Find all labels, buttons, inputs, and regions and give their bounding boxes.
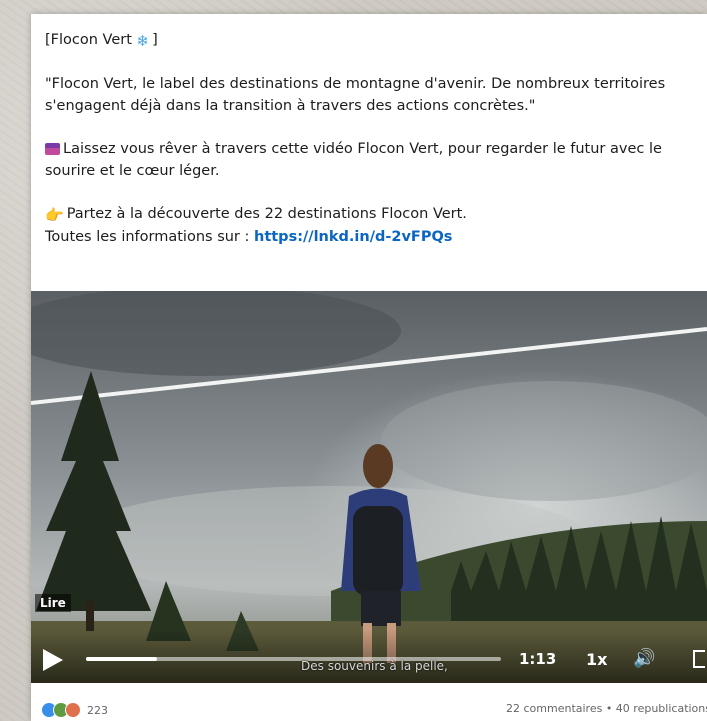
play-label: Lire: [35, 594, 71, 612]
info-link[interactable]: https://lnkd.in/d-2vFPQs: [254, 229, 452, 245]
video-controls: Des souvenirs à la pelle, 1:13 1x 🔊: [31, 629, 707, 683]
playback-speed-button[interactable]: 1x: [586, 650, 607, 669]
post-video-line: Laissez vous rêver à travers cette vidéo…: [45, 141, 662, 179]
time-remaining: 1:13: [519, 650, 557, 668]
post-quote: "Flocon Vert, le label des destinations …: [45, 76, 666, 114]
play-icon[interactable]: [43, 649, 63, 671]
volume-icon[interactable]: 🔊: [633, 648, 655, 669]
post-info-line: Toutes les informations sur : https://ln…: [45, 229, 453, 245]
snowflake-icon: ❄: [136, 32, 150, 50]
reaction-count: 223: [87, 703, 108, 717]
post-footer: 223 22 commentaires • 40 republications: [31, 702, 707, 721]
progress-fill: [86, 657, 157, 661]
post-discover-line: 👉 Partez à la découverte des 22 destinati…: [45, 206, 467, 224]
post-stats[interactable]: 22 commentaires • 40 republications: [506, 702, 707, 715]
video-subtitle: Des souvenirs à la pelle,: [301, 659, 448, 673]
reactions[interactable]: 223: [41, 702, 108, 718]
clapperboard-icon: [45, 143, 60, 155]
post-card: [Flocon Vert ❄] "Flocon Vert, le label d…: [31, 14, 707, 721]
video-frame: [31, 291, 707, 683]
fullscreen-icon[interactable]: [693, 650, 705, 668]
video-player[interactable]: Lire Des souvenirs à la pelle, 1:13 1x 🔊: [31, 291, 707, 683]
pointing-hand-icon: 👉: [45, 206, 64, 224]
love-reaction-icon: [65, 702, 81, 718]
post-text: [Flocon Vert ❄] "Flocon Vert, le label d…: [31, 14, 707, 248]
post-title: [Flocon Vert ❄]: [45, 32, 158, 50]
